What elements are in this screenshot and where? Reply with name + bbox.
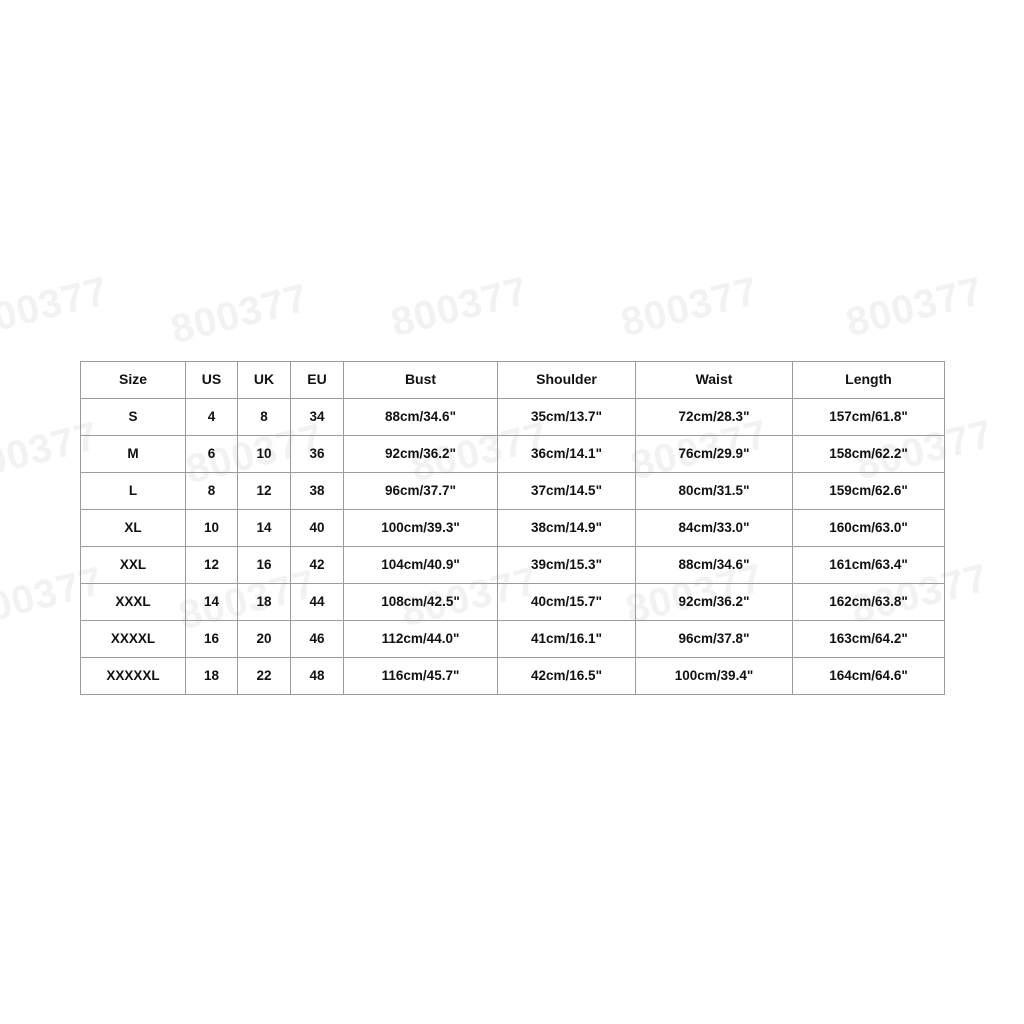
size-label-cell: XL xyxy=(80,509,186,547)
column-header-uk: UK xyxy=(237,361,291,399)
measurement-cell-shoulder: 40cm/15.7" xyxy=(497,583,636,621)
column-header-us: US xyxy=(185,361,238,399)
measurement-cell-bust: 112cm/44.0" xyxy=(343,620,498,658)
measurement-cell-waist: 76cm/29.9" xyxy=(635,435,793,473)
size-label-cell: XXL xyxy=(80,546,186,584)
measurement-cell-waist: 80cm/31.5" xyxy=(635,472,793,510)
size-label-cell: L xyxy=(80,472,186,510)
measurement-cell-length: 162cm/63.8" xyxy=(792,583,945,621)
watermark-text: 800377 xyxy=(616,268,763,346)
column-header-size: Size xyxy=(80,361,186,399)
measurement-cell-shoulder: 35cm/13.7" xyxy=(497,398,636,436)
measurement-cell-bust: 116cm/45.7" xyxy=(343,657,498,695)
measurement-cell-length: 161cm/63.4" xyxy=(792,546,945,584)
size-label-cell: M xyxy=(80,435,186,473)
measurement-cell-length: 163cm/64.2" xyxy=(792,620,945,658)
measurement-cell-length: 158cm/62.2" xyxy=(792,435,945,473)
size-chart-page: 800377 800377 800377 800377 800377 800377 8003… xyxy=(0,0,1024,1024)
measurement-cell-shoulder: 36cm/14.1" xyxy=(497,435,636,473)
measurement-cell-waist: 88cm/34.6" xyxy=(635,546,793,584)
measurement-cell-uk: 8 xyxy=(237,398,291,436)
measurement-cell-uk: 12 xyxy=(237,472,291,510)
measurement-cell-us: 12 xyxy=(185,546,238,584)
measurement-cell-length: 164cm/64.6" xyxy=(792,657,945,695)
measurement-cell-shoulder: 39cm/15.3" xyxy=(497,546,636,584)
table-row: XL 10 14 40 100cm/39.3" 38cm/14.9" 84cm/33.0" 1… xyxy=(80,509,945,547)
measurement-cell-eu: 44 xyxy=(290,583,344,621)
table-row: XXL 12 16 42 104cm/40.9" 39cm/15.3" 88cm/34.6"… xyxy=(80,546,945,584)
measurement-cell-bust: 108cm/42.5" xyxy=(343,583,498,621)
size-label-cell: XXXL xyxy=(80,583,186,621)
table-row: L 8 12 38 96cm/37.7" 37cm/14.5" 80cm/31.5" 159c… xyxy=(80,472,945,510)
measurement-cell-eu: 46 xyxy=(290,620,344,658)
table-row: XXXL 14 18 44 108cm/42.5" 40cm/15.7" 92cm/36.2… xyxy=(80,583,945,621)
watermark-text: 800377 xyxy=(166,275,313,353)
measurement-cell-bust: 104cm/40.9" xyxy=(343,546,498,584)
measurement-cell-uk: 10 xyxy=(237,435,291,473)
measurement-cell-length: 160cm/63.0" xyxy=(792,509,945,547)
column-header-bust: Bust xyxy=(343,361,498,399)
size-label-cell: XXXXL xyxy=(80,620,186,658)
table-row: S 4 8 34 88cm/34.6" 35cm/13.7" 72cm/28.3" 157cm… xyxy=(80,398,945,436)
measurement-cell-us: 8 xyxy=(185,472,238,510)
measurement-cell-shoulder: 37cm/14.5" xyxy=(497,472,636,510)
table-row: M 6 10 36 92cm/36.2" 36cm/14.1" 76cm/29.9" 158c… xyxy=(80,435,945,473)
measurement-cell-us: 16 xyxy=(185,620,238,658)
measurement-cell-uk: 16 xyxy=(237,546,291,584)
table-row: XXXXXL 18 22 48 116cm/45.7" 42cm/16.5" 100cm/3… xyxy=(80,657,945,695)
size-chart-table-container: Size US UK EU Bust Shoulder Waist Length S 4 8 34 8… xyxy=(80,361,945,695)
column-header-eu: EU xyxy=(290,361,344,399)
measurement-cell-us: 4 xyxy=(185,398,238,436)
measurement-cell-eu: 36 xyxy=(290,435,344,473)
measurement-cell-length: 157cm/61.8" xyxy=(792,398,945,436)
table-header-row: Size US UK EU Bust Shoulder Waist Length xyxy=(80,361,945,399)
measurement-cell-us: 6 xyxy=(185,435,238,473)
measurement-cell-eu: 42 xyxy=(290,546,344,584)
measurement-cell-bust: 88cm/34.6" xyxy=(343,398,498,436)
watermark-text: 800377 xyxy=(841,268,988,346)
measurement-cell-waist: 72cm/28.3" xyxy=(635,398,793,436)
measurement-cell-bust: 100cm/39.3" xyxy=(343,509,498,547)
measurement-cell-shoulder: 38cm/14.9" xyxy=(497,509,636,547)
measurement-cell-eu: 34 xyxy=(290,398,344,436)
size-chart-table: Size US UK EU Bust Shoulder Waist Length S 4 8 34 8… xyxy=(80,361,945,695)
measurement-cell-waist: 96cm/37.8" xyxy=(635,620,793,658)
measurement-cell-us: 14 xyxy=(185,583,238,621)
measurement-cell-eu: 48 xyxy=(290,657,344,695)
measurement-cell-waist: 92cm/36.2" xyxy=(635,583,793,621)
measurement-cell-us: 18 xyxy=(185,657,238,695)
measurement-cell-bust: 96cm/37.7" xyxy=(343,472,498,510)
column-header-waist: Waist xyxy=(635,361,793,399)
measurement-cell-bust: 92cm/36.2" xyxy=(343,435,498,473)
table-row: XXXXL 16 20 46 112cm/44.0" 41cm/16.1" 96cm/37.… xyxy=(80,620,945,658)
measurement-cell-length: 159cm/62.6" xyxy=(792,472,945,510)
measurement-cell-uk: 14 xyxy=(237,509,291,547)
measurement-cell-eu: 38 xyxy=(290,472,344,510)
measurement-cell-uk: 22 xyxy=(237,657,291,695)
watermark-text: 800377 xyxy=(0,268,113,346)
table-body: S 4 8 34 88cm/34.6" 35cm/13.7" 72cm/28.3" 157cm… xyxy=(80,398,945,695)
measurement-cell-uk: 18 xyxy=(237,583,291,621)
measurement-cell-uk: 20 xyxy=(237,620,291,658)
measurement-cell-eu: 40 xyxy=(290,509,344,547)
measurement-cell-shoulder: 41cm/16.1" xyxy=(497,620,636,658)
measurement-cell-shoulder: 42cm/16.5" xyxy=(497,657,636,695)
watermark-text: 800377 xyxy=(386,268,533,346)
measurement-cell-waist: 100cm/39.4" xyxy=(635,657,793,695)
measurement-cell-us: 10 xyxy=(185,509,238,547)
measurement-cell-waist: 84cm/33.0" xyxy=(635,509,793,547)
size-label-cell: XXXXXL xyxy=(80,657,186,695)
column-header-length: Length xyxy=(792,361,945,399)
size-label-cell: S xyxy=(80,398,186,436)
column-header-shoulder: Shoulder xyxy=(497,361,636,399)
